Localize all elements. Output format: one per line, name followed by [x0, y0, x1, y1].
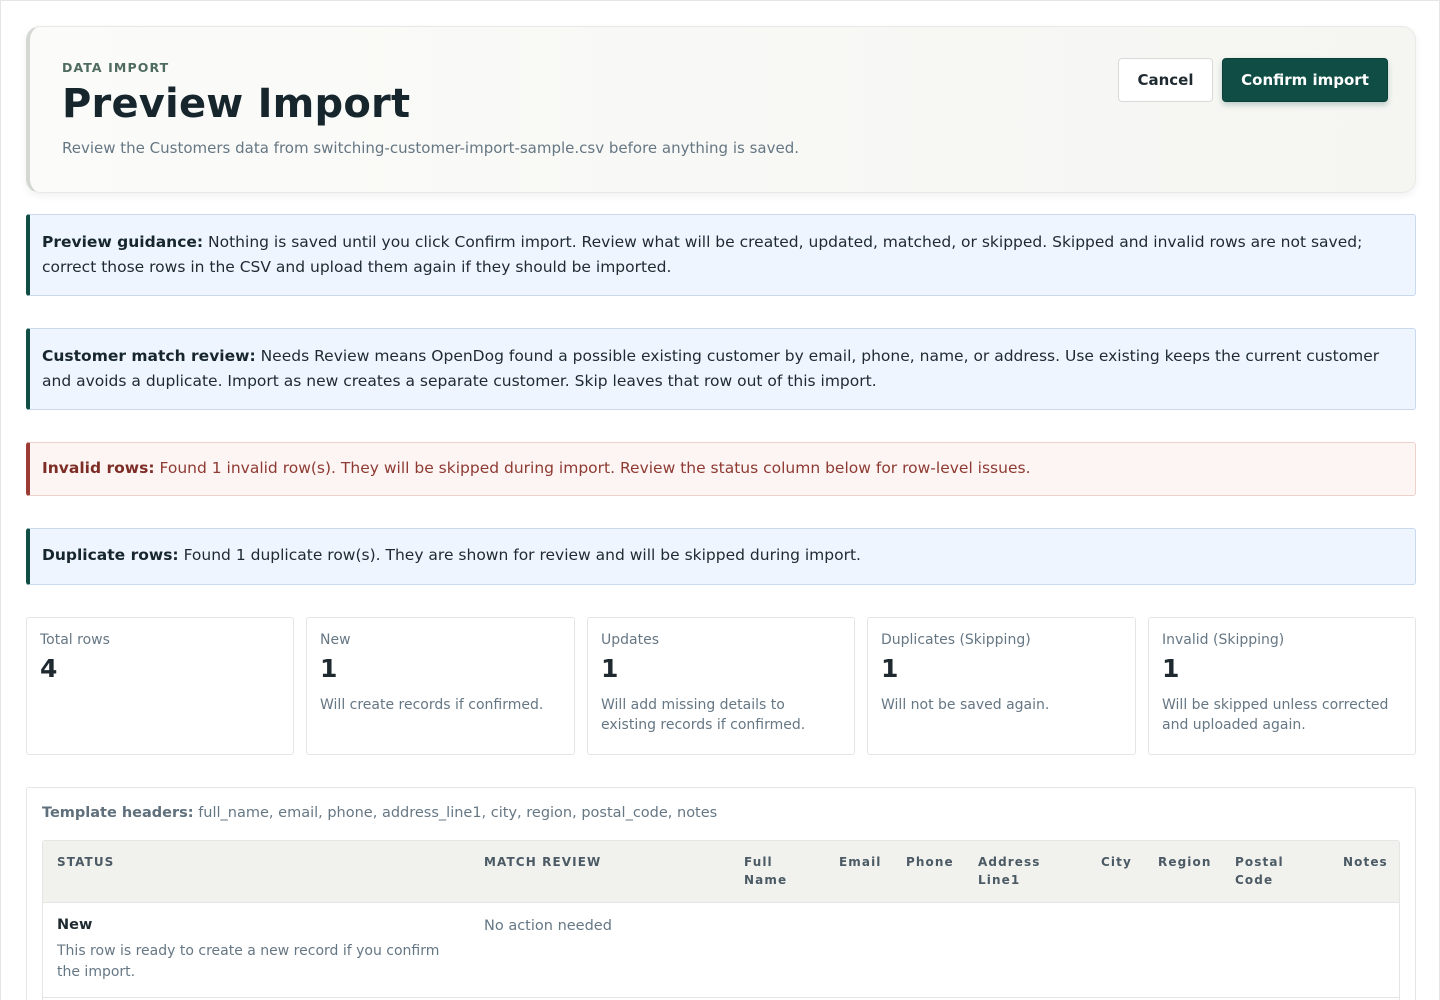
stat-description: Will create records if confirmed. [320, 697, 544, 713]
stat-value: 1 [881, 654, 899, 683]
stat-label: New [320, 632, 351, 648]
import-preview-page: DATA IMPORT Preview Import Review the Cu… [0, 0, 1440, 1000]
notice-label: Customer match review: [42, 347, 256, 365]
column-header-status: STATUS [57, 855, 115, 869]
column-header-email: Email [839, 855, 882, 869]
column-header-region: Region [1158, 855, 1212, 869]
preview-guidance-notice: Preview guidance: Nothing is saved until… [26, 214, 1416, 296]
stat-description: Will be skipped unless corrected and upl… [1162, 697, 1389, 733]
column-header-address-line1: Address Line1 [978, 855, 1041, 887]
table-row: New This row is ready to create a new re… [43, 903, 1399, 998]
stat-value: 1 [1162, 654, 1180, 683]
stat-label: Updates [601, 632, 659, 648]
stat-label: Total rows [40, 632, 110, 648]
column-header-postal-code: Postal Code [1235, 855, 1284, 887]
column-header-match-review: MATCH REVIEW [484, 855, 602, 869]
column-header-city: City [1101, 855, 1132, 869]
column-header-phone: Phone [906, 855, 954, 869]
row-status-description: This row is ready to create a new record… [57, 943, 440, 980]
row-match-review: No action needed [484, 918, 612, 934]
notice-text: Nothing is saved until you click Confirm… [42, 233, 1363, 276]
page-title: Preview Import [62, 81, 411, 127]
column-header-notes: Notes [1343, 855, 1388, 869]
eyebrow-label: DATA IMPORT [62, 60, 170, 75]
table-header-row: STATUS MATCH REVIEW Full Name Email Phon… [43, 841, 1399, 903]
template-headers-list: full_name, email, phone, address_line1, … [198, 805, 718, 821]
customer-match-review-notice: Customer match review: Needs Review mean… [26, 328, 1416, 410]
invalid-rows-notice: Invalid rows: Found 1 invalid row(s). Th… [26, 442, 1416, 496]
stat-label: Invalid (Skipping) [1162, 632, 1285, 648]
notice-label: Duplicate rows: [42, 546, 179, 564]
notice-text: Found 1 duplicate row(s). They are shown… [183, 546, 861, 564]
confirm-import-button[interactable]: Confirm import [1222, 58, 1388, 102]
preview-table-card: Template headers: full_name, email, phon… [26, 787, 1416, 1000]
stat-label: Duplicates (Skipping) [881, 632, 1031, 648]
preview-table: STATUS MATCH REVIEW Full Name Email Phon… [42, 840, 1400, 1000]
stat-card-invalid: Invalid (Skipping) 1 Will be skipped unl… [1148, 617, 1416, 755]
notice-label: Preview guidance: [42, 233, 204, 251]
stat-value: 1 [601, 654, 619, 683]
stat-card-new: New 1 Will create records if confirmed. [306, 617, 575, 755]
stat-card-updates: Updates 1 Will add missing details to ex… [587, 617, 855, 755]
stat-value: 4 [40, 654, 58, 683]
column-header-full-name: Full Name [744, 855, 788, 887]
stat-card-duplicates: Duplicates (Skipping) 1 Will not be save… [867, 617, 1136, 755]
template-headers: Template headers: full_name, email, phon… [42, 805, 717, 821]
stat-description: Will add missing details to existing rec… [601, 697, 806, 733]
template-headers-label: Template headers: [42, 805, 194, 821]
notice-text: Found 1 invalid row(s). They will be ski… [159, 459, 1031, 477]
cancel-button[interactable]: Cancel [1118, 58, 1213, 102]
stat-card-total-rows: Total rows 4 [26, 617, 294, 755]
notice-label: Invalid rows: [42, 459, 155, 477]
stat-description: Will not be saved again. [881, 697, 1050, 713]
duplicate-rows-notice: Duplicate rows: Found 1 duplicate row(s)… [26, 528, 1416, 585]
header-card: DATA IMPORT Preview Import Review the Cu… [26, 26, 1416, 193]
stat-value: 1 [320, 654, 338, 683]
row-status: New [57, 917, 93, 933]
page-subtitle: Review the Customers data from switching… [62, 139, 799, 157]
